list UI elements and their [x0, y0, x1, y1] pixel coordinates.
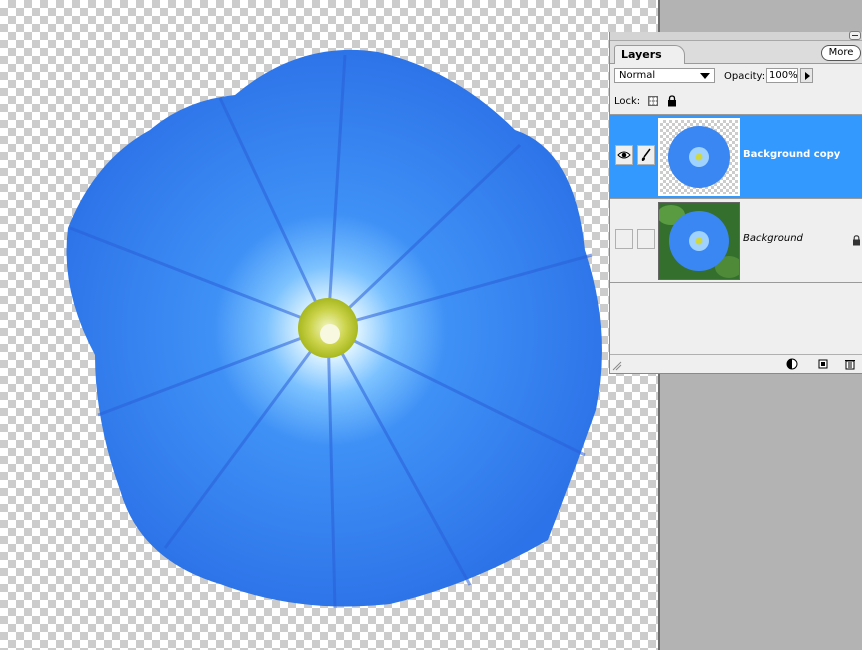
palette-titlebar[interactable]	[610, 31, 862, 41]
lock-row: Lock:	[610, 88, 862, 115]
layer-name[interactable]: Background copy	[743, 149, 840, 160]
layer-edit-toggle[interactable]	[637, 145, 655, 165]
layer-visibility-toggle[interactable]	[615, 145, 633, 165]
lock-label: Lock:	[614, 96, 641, 107]
adjustment-layer-icon[interactable]	[786, 358, 798, 370]
eye-icon	[617, 151, 631, 159]
brush-icon	[641, 148, 651, 161]
layer-visibility-toggle[interactable]	[615, 229, 633, 249]
lock-icon[interactable]	[667, 95, 677, 107]
lock-transparency-icon[interactable]	[648, 96, 658, 106]
more-button[interactable]: More	[821, 45, 861, 61]
document-canvas[interactable]	[0, 0, 658, 650]
resize-grip-icon[interactable]	[612, 361, 622, 371]
layer-row-background-copy[interactable]: Background copy	[610, 115, 862, 199]
collapse-icon[interactable]	[849, 31, 861, 40]
flower-image	[66, 49, 602, 609]
opacity-label: Opacity:	[724, 71, 766, 82]
layer-link-toggle[interactable]	[637, 229, 655, 249]
layer-row-background[interactable]: Background	[610, 199, 862, 283]
palette-footer	[610, 354, 862, 373]
layer-name[interactable]: Background	[743, 233, 803, 244]
palette-tab-strip: Layers More	[610, 41, 862, 64]
trash-icon[interactable]	[844, 358, 856, 370]
opacity-slider-button[interactable]	[800, 68, 813, 83]
blend-mode-value: Normal	[619, 70, 656, 81]
opacity-field[interactable]: 100%	[766, 68, 798, 83]
chevron-down-icon	[700, 73, 710, 79]
new-layer-icon[interactable]	[817, 358, 829, 370]
flower-thumbnail-icon	[668, 126, 730, 188]
layer-thumbnail[interactable]	[658, 118, 740, 196]
flower-thumbnail-icon	[659, 203, 739, 279]
tab-layers[interactable]: Layers	[614, 45, 685, 64]
blend-mode-select[interactable]: Normal	[614, 68, 715, 83]
lock-icon	[853, 235, 860, 246]
blend-row: Normal Opacity: 100%	[610, 64, 862, 88]
layer-thumbnail[interactable]	[658, 202, 740, 280]
layers-palette: Layers More Normal Opacity: 100% Lock: B…	[609, 31, 862, 374]
